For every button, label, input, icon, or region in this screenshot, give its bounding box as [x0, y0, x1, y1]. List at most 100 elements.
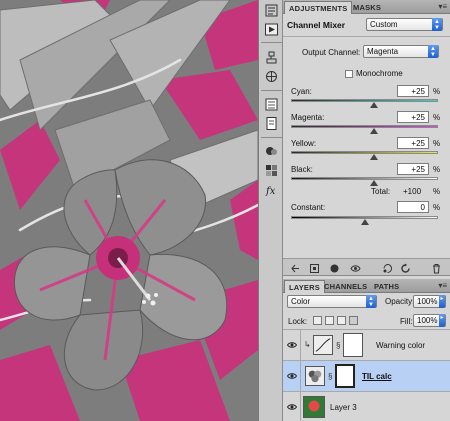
fill-label: Fill: [400, 317, 413, 326]
chevron-down-icon: ▸ [439, 314, 445, 327]
layer-visibility-eye-icon[interactable] [287, 371, 297, 381]
color-icon[interactable] [263, 143, 280, 160]
slider-value-input[interactable]: +25 [397, 85, 429, 97]
chevron-down-icon: ▲ ▼ [428, 45, 438, 58]
back-arrow-icon[interactable] [289, 262, 301, 274]
layer-name[interactable]: Layer 3 [330, 403, 357, 412]
layer-mask-thumbnail[interactable] [335, 364, 355, 388]
fill-input[interactable]: 100% ▸ [413, 314, 446, 327]
curves-adjustment-icon[interactable] [313, 335, 333, 355]
lock-label: Lock: [288, 317, 308, 326]
actions-play-icon[interactable] [263, 21, 280, 38]
panel-menu-icon[interactable]: ▾≡ [438, 2, 447, 11]
slider-track[interactable] [291, 99, 438, 102]
constant-unit: % [433, 203, 441, 212]
tool-presets-icon[interactable] [263, 68, 280, 85]
monochrome-label: Monochrome [356, 69, 403, 78]
slider-unit: % [433, 139, 441, 148]
clipping-arrow-icon: ↳ [304, 340, 311, 349]
slider-track[interactable] [291, 125, 438, 128]
layer-row[interactable]: Layer 3 [283, 391, 450, 421]
slider-value-input[interactable]: +25 [397, 137, 429, 149]
slider-unit: % [433, 113, 441, 122]
tab-paths[interactable]: PATHS [370, 280, 403, 293]
layer-name[interactable]: TIL calc [362, 372, 392, 381]
total-value: +100 [403, 187, 422, 196]
slider-label: Black: [291, 165, 313, 174]
adjustments-footer [283, 258, 450, 276]
adjustments-icon[interactable] [263, 96, 280, 113]
clone-source-icon[interactable] [263, 49, 280, 66]
view-previous-state-icon[interactable] [381, 262, 393, 274]
blend-mode-select[interactable]: Color ▲ ▼ [287, 295, 377, 308]
panel-menu-icon[interactable]: ▾≡ [438, 281, 447, 290]
output-channel-value: Magenta [367, 47, 399, 56]
slider-label: Yellow: [291, 139, 317, 148]
lock-all-icon[interactable] [349, 316, 358, 325]
slider-thumb[interactable] [369, 128, 378, 134]
document-canvas[interactable] [0, 0, 258, 421]
constant-slider-thumb[interactable] [360, 219, 369, 225]
trash-icon[interactable] [430, 262, 442, 274]
opacity-label: Opacity: [385, 297, 415, 306]
slider-thumb[interactable] [369, 180, 378, 186]
slider-track[interactable] [291, 177, 438, 180]
total-label: Total: [371, 187, 391, 196]
lock-position-move-icon[interactable] [337, 316, 346, 325]
slider-thumb[interactable] [369, 154, 378, 160]
layer-thumbnail[interactable] [303, 396, 325, 418]
lock-image-brush-icon[interactable] [325, 316, 334, 325]
slider-value-input[interactable]: +25 [397, 163, 429, 175]
opacity-input[interactable]: 100% ▸ [413, 295, 446, 308]
opacity-value: 100% [417, 297, 438, 306]
preset-value: Custom [370, 20, 398, 29]
adjustments-tabbar: ADJUSTMENTS MASKS ▾≡ [283, 0, 450, 14]
hibiscus-photo [0, 0, 258, 421]
notes-icon[interactable] [263, 115, 280, 132]
link-chain-icon[interactable]: § [336, 341, 340, 350]
clip-to-layer-icon[interactable] [328, 262, 340, 274]
chevron-down-icon: ▲ ▼ [432, 18, 442, 31]
layer-visibility-eye-icon[interactable] [287, 340, 297, 350]
panel-icon-dock: fx [258, 0, 283, 421]
slider-label: Magenta: [291, 113, 325, 122]
link-chain-icon[interactable]: § [328, 372, 332, 381]
svg-text:fx: fx [265, 186, 276, 197]
slider-value-input[interactable]: +25 [397, 111, 429, 123]
chevron-down-icon: ▲ ▼ [366, 295, 376, 308]
total-unit: % [433, 187, 441, 196]
slider-unit: % [433, 87, 441, 96]
panels-area: ADJUSTMENTS MASKS ▾≡ Channel Mixer Custo… [283, 0, 450, 421]
adjustment-title: Channel Mixer [287, 20, 346, 30]
layer-visibility-eye-icon[interactable] [287, 402, 297, 412]
constant-label: Constant: [291, 203, 326, 212]
output-channel-select[interactable]: Magenta ▲ ▼ [363, 45, 439, 58]
expand-view-icon[interactable] [308, 262, 320, 274]
blend-mode-value: Color [291, 297, 311, 306]
slider-label: Cyan: [291, 87, 312, 96]
layer-name[interactable]: Warning color [376, 341, 425, 350]
slider-thumb[interactable] [369, 102, 378, 108]
reset-icon[interactable] [399, 262, 411, 274]
lock-transparency-icon[interactable] [313, 316, 322, 325]
layer-row[interactable]: § TIL calc [283, 360, 450, 391]
layers-tabbar: LAYERS CHANNELS PATHS ▾≡ [283, 279, 450, 293]
layer-mask-thumbnail[interactable] [343, 333, 363, 357]
swatches-icon[interactable] [263, 162, 280, 179]
layer-row[interactable]: § ↳ Warning color [283, 329, 450, 360]
styles-fx-icon[interactable]: fx [263, 181, 280, 198]
visibility-eye-icon[interactable] [349, 262, 361, 274]
channel-mixer-adjustment-icon[interactable] [305, 366, 325, 386]
slider-track[interactable] [291, 151, 438, 154]
slider-unit: % [433, 165, 441, 174]
tab-adjustments[interactable]: ADJUSTMENTS [284, 1, 353, 14]
monochrome-checkbox[interactable] [345, 70, 353, 78]
constant-input[interactable]: 0 [397, 201, 429, 213]
output-channel-label: Output Channel: [302, 48, 361, 57]
preset-select[interactable]: Custom ▲ ▼ [366, 18, 443, 31]
history-icon[interactable] [263, 2, 280, 19]
tab-masks[interactable]: MASKS [349, 1, 385, 14]
tab-channels[interactable]: CHANNELS [320, 280, 371, 293]
fill-value: 100% [417, 316, 438, 325]
tab-layers[interactable]: LAYERS [284, 280, 325, 293]
